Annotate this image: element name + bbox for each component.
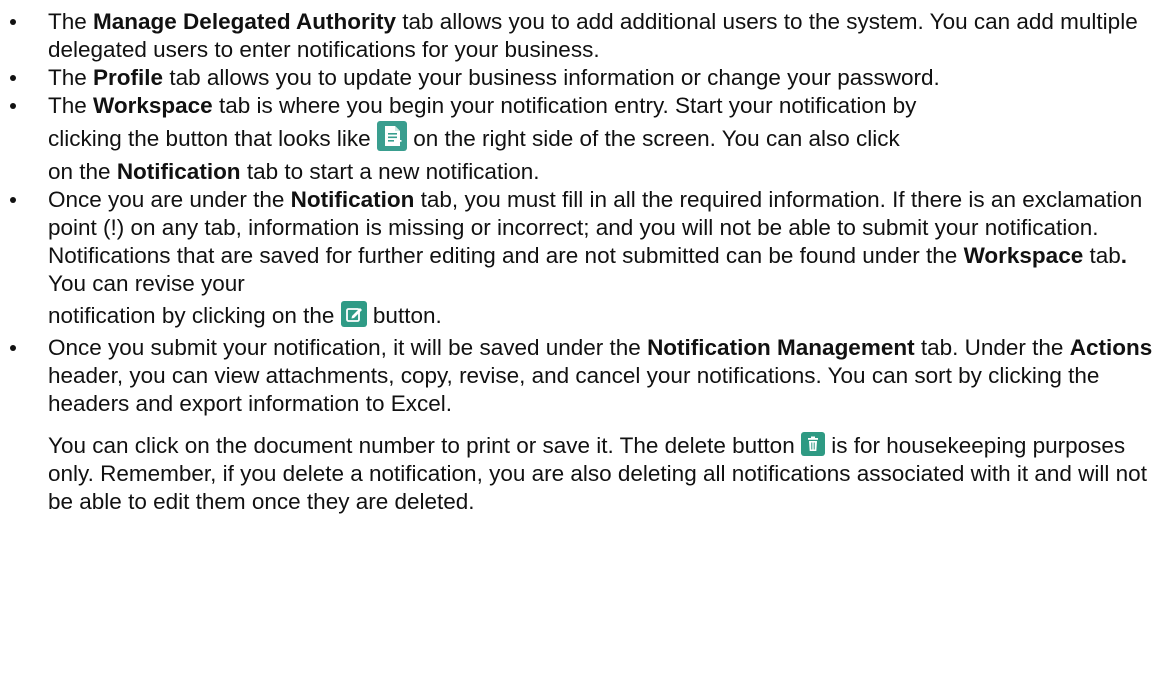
- bold-term: Notification: [116, 159, 241, 184]
- bullet-dot: [10, 197, 16, 203]
- paragraph: The Manage Delegated Authority tab allow…: [48, 8, 1163, 64]
- paragraph: Once you are under the Notification tab,…: [48, 186, 1163, 334]
- text: tab: [1083, 243, 1121, 268]
- text: header, you can view attachments, copy, …: [48, 363, 1100, 416]
- bold-term: Actions: [1069, 335, 1153, 360]
- text: You can click on the document number to …: [48, 433, 801, 458]
- bold-term: Notification: [290, 187, 415, 212]
- bullet-dot: [10, 103, 16, 109]
- text: Once you submit your notification, it wi…: [48, 335, 648, 360]
- instructions-list: The Manage Delegated Authority tab allow…: [0, 8, 1169, 516]
- text: on the: [48, 159, 117, 184]
- text: Once you are under the: [48, 187, 291, 212]
- text: The: [48, 93, 94, 118]
- paragraph: The Profile tab allows you to update you…: [48, 64, 1163, 92]
- text: notification by clicking on the: [48, 303, 341, 328]
- bullet-dot: [10, 345, 16, 351]
- list-item-manage-delegated-authority: The Manage Delegated Authority tab allow…: [0, 8, 1169, 64]
- paragraph: The Workspace tab is where you begin you…: [48, 92, 1163, 186]
- list-item-profile: The Profile tab allows you to update you…: [0, 64, 1169, 92]
- list-item-notification: Once you are under the Notification tab,…: [0, 186, 1169, 334]
- bold-term: Notification Management: [647, 335, 915, 360]
- text: tab is where you begin your notification…: [212, 93, 917, 118]
- text: The: [48, 9, 94, 34]
- bold-term: Workspace: [963, 243, 1084, 268]
- text: You can revise your: [48, 271, 245, 296]
- list-item-notification-management: Once you submit your notification, it wi…: [0, 334, 1169, 516]
- text: tab to start a new notification.: [240, 159, 540, 184]
- instruction-document: The Manage Delegated Authority tab allow…: [0, 0, 1169, 697]
- bold-term: Workspace: [93, 93, 213, 118]
- new-notification-icon: [376, 121, 407, 151]
- text: The: [48, 65, 94, 90]
- text: button.: [366, 303, 442, 328]
- list-item-workspace: The Workspace tab is where you begin you…: [0, 92, 1169, 186]
- text: tab allows you to update your business i…: [163, 65, 940, 90]
- bullet-dot: [10, 19, 16, 25]
- paragraph: You can click on the document number to …: [48, 432, 1163, 516]
- bold-term: .: [1120, 243, 1128, 268]
- text: clicking the button that looks like: [48, 126, 377, 151]
- bold-term: Manage Delegated Authority: [93, 9, 396, 34]
- edit-icon: [340, 301, 367, 327]
- text: on the right side of the screen. You can…: [406, 126, 900, 151]
- bold-term: Profile: [93, 65, 164, 90]
- trash-icon: [800, 432, 825, 456]
- bullet-dot: [10, 75, 16, 81]
- paragraph: Once you submit your notification, it wi…: [48, 334, 1163, 418]
- text: tab. Under the: [914, 335, 1070, 360]
